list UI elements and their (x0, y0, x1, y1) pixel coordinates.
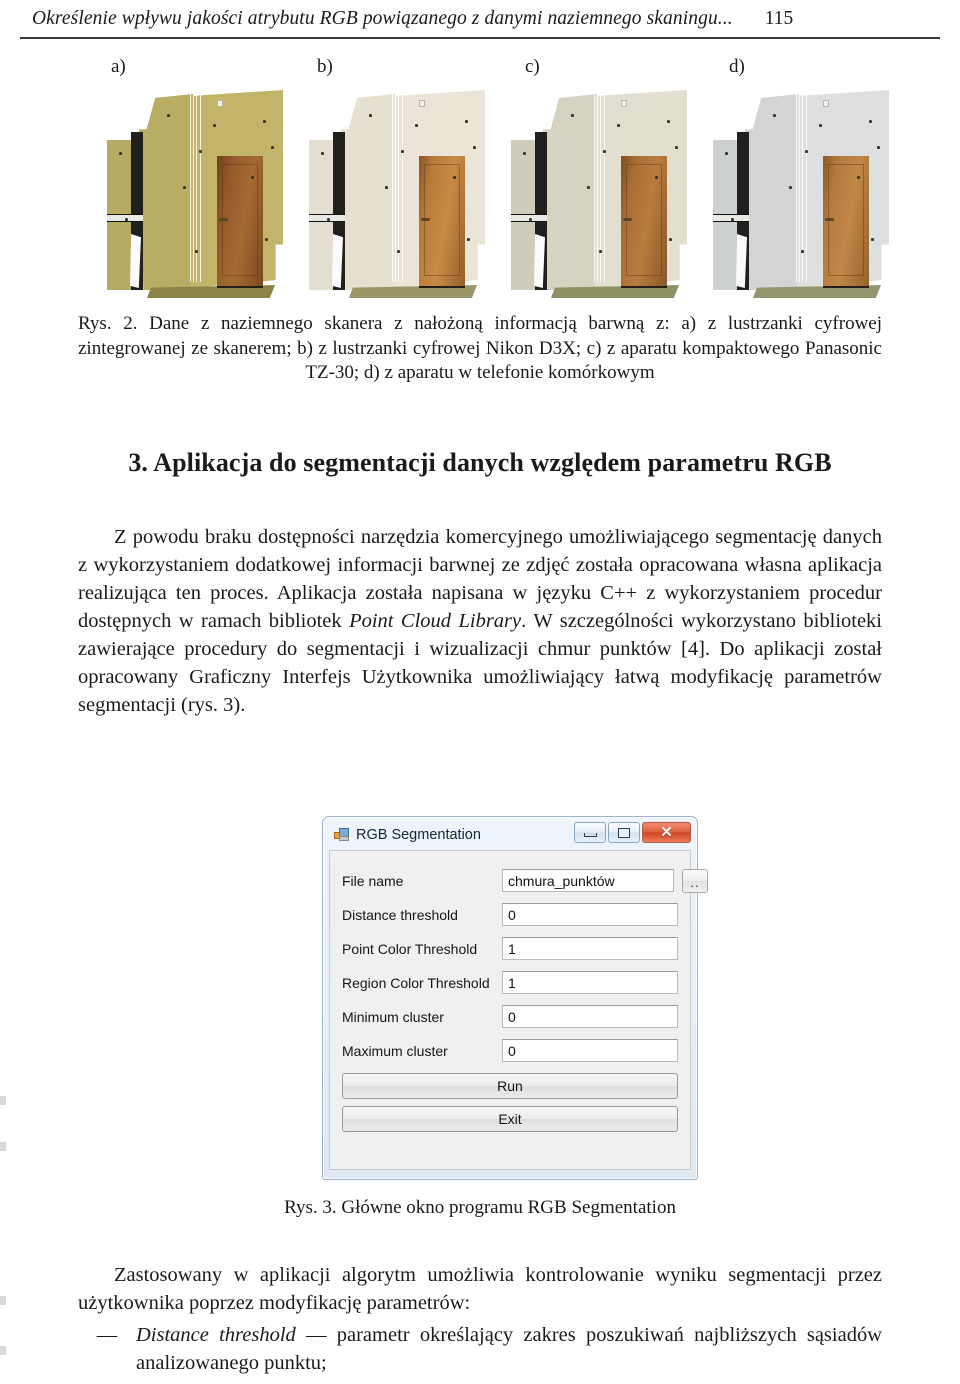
close-icon: ✕ (660, 824, 673, 841)
application-icon (334, 827, 349, 843)
label-region-color-threshold: Region Color Threshold (342, 974, 490, 991)
form-row-distance-threshold: Distance threshold 0 (342, 899, 678, 930)
figure-2-panel-labels: a) b) c) d) (95, 56, 905, 88)
browse-button[interactable]: .. (682, 868, 708, 893)
minimize-button[interactable] (574, 822, 606, 843)
run-button[interactable]: Run (342, 1073, 678, 1099)
maximize-icon (618, 827, 630, 838)
panel-label-d: d) (729, 56, 745, 77)
parameter-bullet-list: — Distance threshold — parametr określaj… (78, 1322, 882, 1378)
paragraph-2: Zastosowany w aplikacji algorytm umożliw… (78, 1262, 882, 1318)
maximize-button[interactable] (608, 822, 640, 843)
dialog-client-area: File name chmura_punktów .. Distance thr… (329, 850, 708, 1170)
bullet-text: Distance threshold — parametr określając… (136, 1322, 882, 1378)
form-row-region-color-threshold: Region Color Threshold 1 (342, 967, 678, 998)
window-controls: ✕ (574, 822, 691, 843)
list-item: — Distance threshold — parametr określaj… (78, 1322, 882, 1378)
figure-2: a) b) c) d) (95, 56, 905, 301)
paragraph-2-text: Zastosowany w aplikacji algorytm umożliw… (78, 1264, 882, 1314)
panel-label-a: a) (111, 56, 126, 77)
figure-3: RGB Segmentation ✕ File name chmura_punk… (322, 816, 708, 1186)
label-minimum-cluster: Minimum cluster (342, 1008, 444, 1025)
header-rule (20, 37, 940, 39)
paragraph-1: Z powodu braku dostępności narzędzia kom… (78, 524, 882, 720)
header-title: Określenie wpływu jakości atrybutu RGB p… (32, 8, 733, 29)
scan-image-d (701, 88, 903, 300)
input-region-color-threshold[interactable]: 1 (502, 971, 678, 994)
page-header: Określenie wpływu jakości atrybutu RGB p… (0, 0, 960, 42)
form-row-point-color-threshold: Point Color Threshold 1 (342, 933, 678, 964)
minimize-icon (583, 832, 597, 837)
input-maximum-cluster[interactable]: 0 (502, 1039, 678, 1062)
scan-artifact-mark (0, 1296, 6, 1305)
scan-artifact-mark (0, 1142, 6, 1151)
window-titlebar[interactable]: RGB Segmentation ✕ (326, 820, 694, 850)
scan-artifact-mark (0, 1096, 6, 1105)
input-minimum-cluster[interactable]: 0 (502, 1005, 678, 1028)
paragraph-1-italic-library-name: Point Cloud Library (349, 609, 522, 632)
scan-image-a (95, 88, 297, 300)
exit-button[interactable]: Exit (342, 1106, 678, 1132)
label-distance-threshold: Distance threshold (342, 906, 458, 923)
input-point-color-threshold[interactable]: 1 (502, 937, 678, 960)
window-title: RGB Segmentation (356, 827, 481, 843)
label-point-color-threshold: Point Color Threshold (342, 940, 478, 957)
form-row-file-name: File name chmura_punktów .. (342, 865, 708, 896)
bullet-dash-icon: — (96, 1324, 118, 1346)
close-button[interactable]: ✕ (642, 822, 691, 843)
form-row-maximum-cluster: Maximum cluster 0 (342, 1035, 678, 1066)
scan-image-b (297, 88, 499, 300)
input-distance-threshold[interactable]: 0 (502, 903, 678, 926)
scan-image-c (499, 88, 701, 300)
panel-label-b: b) (317, 56, 333, 77)
rgb-segmentation-window[interactable]: RGB Segmentation ✕ File name chmura_punk… (322, 816, 708, 1180)
input-file-name[interactable]: chmura_punktów (502, 869, 674, 892)
form-row-minimum-cluster: Minimum cluster 0 (342, 1001, 678, 1032)
page-number: 115 (764, 8, 794, 29)
figure-2-caption: Rys. 2. Dane z naziemnego skanera z nało… (78, 313, 882, 384)
figure-2-image-strip (95, 88, 905, 300)
section-heading: 3. Aplikacja do segmentacji danych wzglę… (128, 448, 832, 477)
label-maximum-cluster: Maximum cluster (342, 1042, 448, 1059)
label-file-name: File name (342, 872, 404, 889)
scan-artifact-mark (0, 1346, 6, 1355)
figure-3-caption: Rys. 3. Główne okno programu RGB Segment… (284, 1197, 676, 1218)
bullet-term-italic: Distance threshold (136, 1324, 296, 1346)
panel-label-c: c) (525, 56, 540, 77)
